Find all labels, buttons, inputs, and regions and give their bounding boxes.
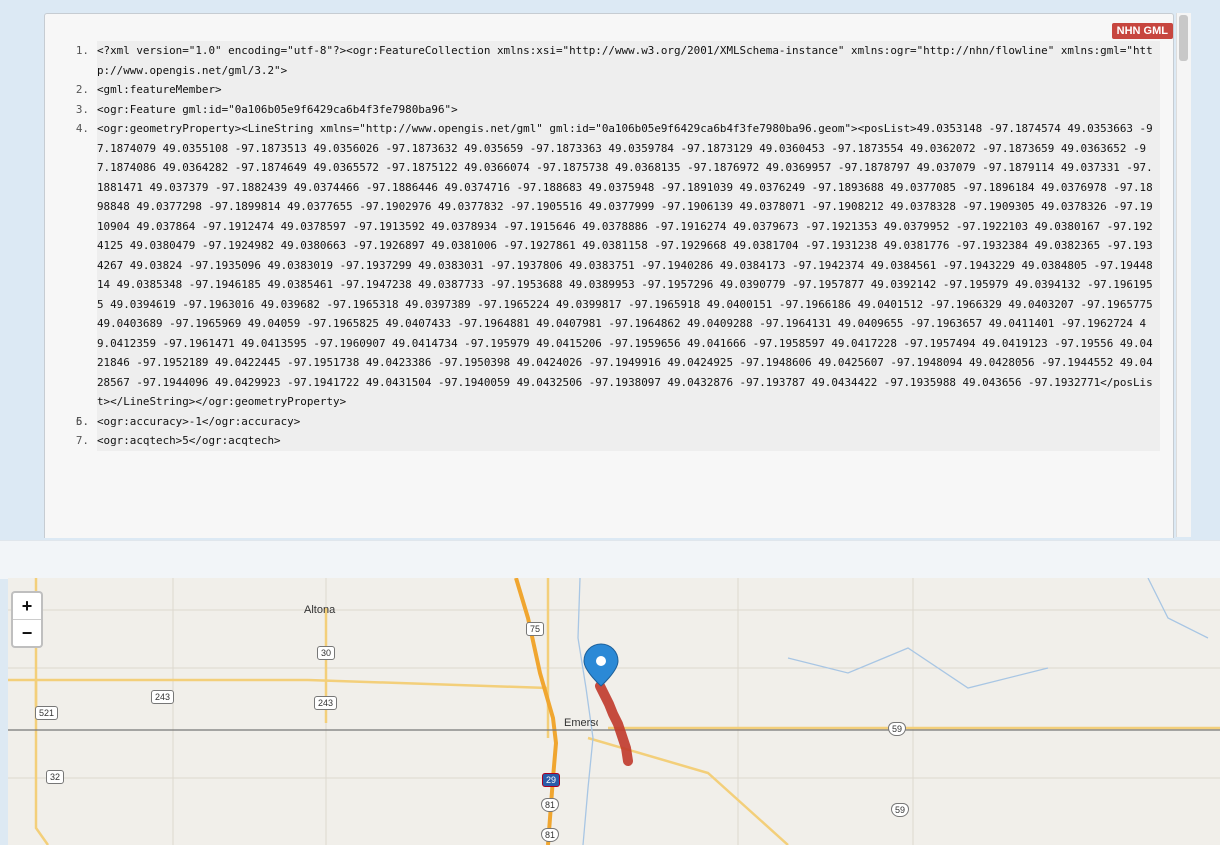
highway-shield: 30 — [317, 646, 336, 660]
gml-code-panel: NHN GML 1. <?xml version="1.0" encoding="… — [44, 13, 1174, 538]
code-text: <ogr:accuracy>-1</ogr:accuracy> — [97, 411, 1160, 431]
code-line: 7. <ogr:acqtech>5</ogr:acqtech> — [45, 431, 1160, 451]
code-line: 1. <?xml version="1.0" encoding="utf-8"?>… — [45, 41, 1160, 80]
scrollbar-thumb[interactable] — [1179, 15, 1188, 61]
highway-shield: 243 — [151, 690, 175, 704]
code-scrollbar[interactable] — [1176, 13, 1191, 537]
highway-shield: 59 — [888, 722, 907, 736]
line-number: 2. — [75, 83, 89, 96]
map-marker-icon — [583, 643, 619, 687]
highway-shield: 75 — [526, 622, 545, 636]
line-number: 7. — [75, 434, 89, 447]
code-text: <ogr:geometryProperty><LineString xmlns=… — [97, 119, 1160, 412]
highway-shield: 243 — [314, 696, 338, 710]
code-text: <ogr:Feature gml:id="0a106b05e9f6429ca6b… — [97, 99, 1160, 119]
highway-shield: 59 — [891, 803, 910, 817]
highway-shield: 81 — [541, 828, 560, 842]
code-listing: 1. <?xml version="1.0" encoding="utf-8"?>… — [45, 41, 1160, 451]
map-view[interactable]: + − Altona Emerson 75 30 243 243 521 59 … — [8, 578, 1220, 845]
code-text: <ogr:acqtech>5</ogr:acqtech> — [97, 431, 1160, 451]
map-place-label: Altona — [304, 604, 336, 616]
code-text: <?xml version="1.0" encoding="utf-8"?><o… — [97, 41, 1160, 80]
line-number: 3. — [75, 102, 89, 116]
code-line: 4. <ogr:geometryProperty><LineString xmln… — [45, 119, 1160, 412]
highway-shield: 29 — [542, 773, 561, 787]
highway-shield: 81 — [541, 798, 560, 812]
line-number: 6. — [75, 414, 89, 428]
format-badge: NHN GML — [1111, 23, 1173, 39]
zoom-control: + − — [11, 591, 43, 648]
zoom-out-button[interactable]: − — [13, 620, 41, 646]
code-line: 3. <ogr:Feature gml:id="0a106b05e9f6429ca… — [45, 99, 1160, 119]
highway-shield: 32 — [46, 770, 65, 784]
separator — [0, 540, 1220, 579]
line-number: 4. — [75, 122, 89, 135]
code-text: <gml:featureMember> — [97, 80, 1160, 100]
code-viewer-area: NHN GML 1. <?xml version="1.0" encoding="… — [0, 0, 1220, 540]
code-line: 6. <ogr:accuracy>-1</ogr:accuracy> — [45, 411, 1160, 431]
line-number: 1. — [75, 44, 89, 57]
code-line: 2. <gml:featureMember> — [45, 80, 1160, 100]
zoom-in-button[interactable]: + — [13, 593, 41, 620]
map-place-label: Emerson — [564, 717, 598, 729]
map-base — [8, 578, 1220, 845]
highway-shield: 521 — [35, 706, 59, 720]
